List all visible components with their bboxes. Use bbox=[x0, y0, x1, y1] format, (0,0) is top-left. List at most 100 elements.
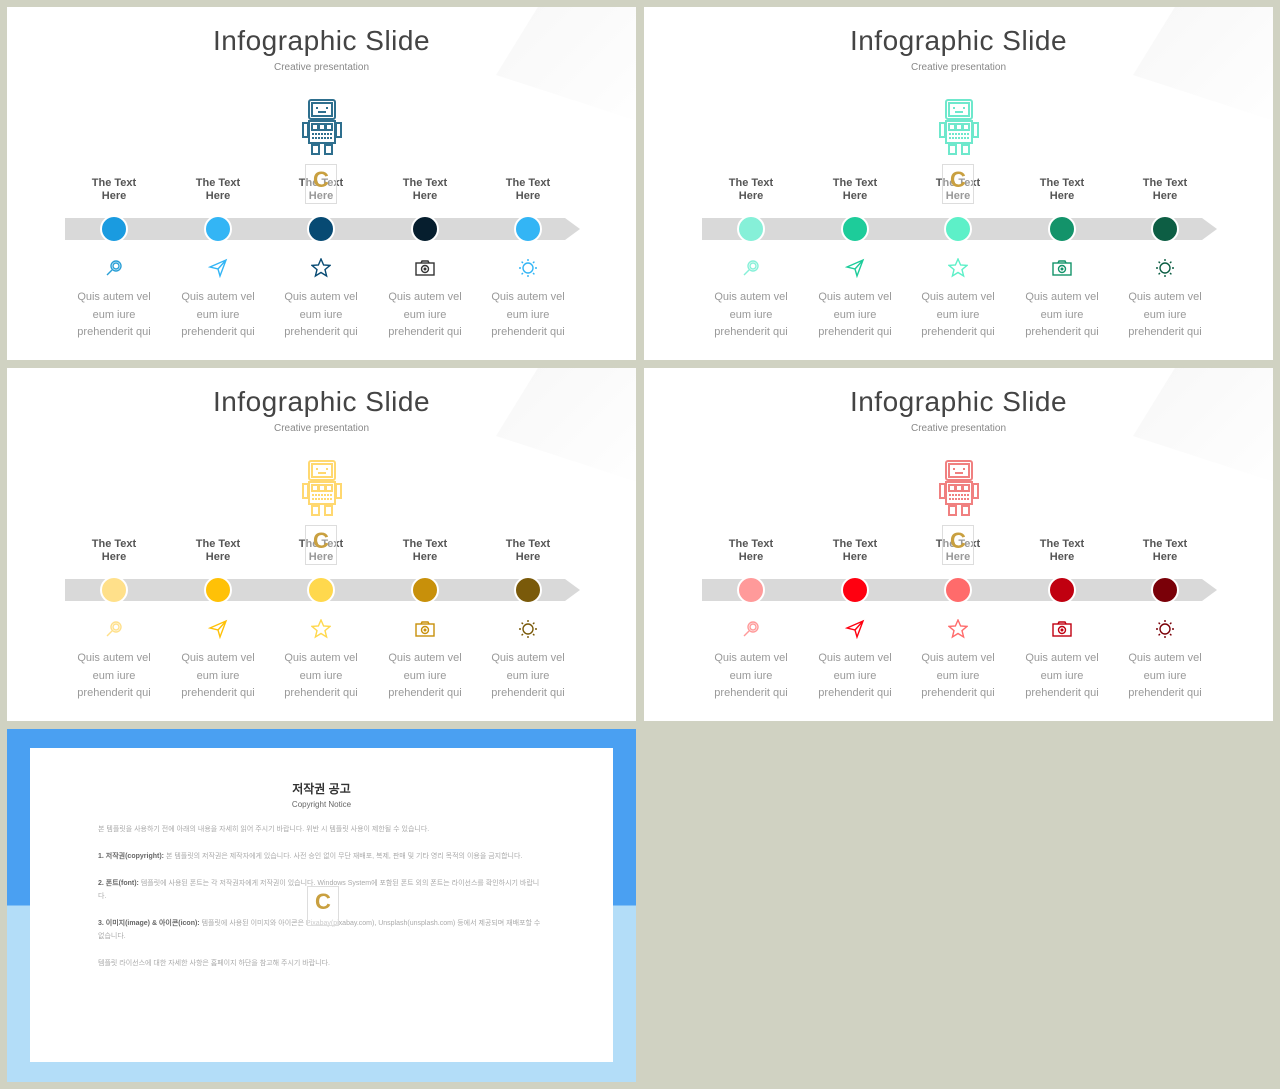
item-description: Quis autem vel eum iure prehenderit qui bbox=[701, 650, 801, 703]
timeline-dot bbox=[737, 215, 765, 243]
desc-line: eum iure bbox=[506, 669, 550, 682]
item-description: Quis autem vel eum iure prehenderit qui bbox=[375, 650, 475, 703]
robot-icon bbox=[938, 98, 980, 156]
desc-line: prehenderit qui bbox=[818, 687, 892, 699]
infographic-slide[interactable]: Infographic Slide Creative presentation … bbox=[7, 368, 636, 721]
item-description: Quis autem vel eum iure prehenderit qui bbox=[805, 289, 905, 342]
item-label: The Text Here bbox=[701, 538, 801, 564]
paragraph-heading: 1. 저작권(copyright): bbox=[98, 853, 164, 860]
paragraph-heading: 2. 폰트(font): bbox=[98, 880, 139, 887]
timeline-dot bbox=[841, 215, 869, 243]
watermark-logo: C bbox=[942, 164, 974, 204]
item-description: Quis autem vel eum iure prehenderit qui bbox=[1012, 289, 1112, 342]
item-label: The Text Here bbox=[64, 177, 164, 203]
desc-line: eum iure bbox=[196, 669, 240, 682]
item-description: Quis autem vel eum iure prehenderit qui bbox=[908, 650, 1008, 703]
copyright-card: 저작권 공고 Copyright Notice 본 템플릿을 사용하기 전에 아… bbox=[30, 748, 613, 1062]
desc-line: prehenderit qui bbox=[921, 687, 995, 699]
label-line: The Text bbox=[91, 538, 137, 550]
camera-icon bbox=[1012, 619, 1112, 639]
label-line: Here bbox=[205, 551, 231, 563]
robot-icon bbox=[301, 459, 343, 517]
timeline-dot bbox=[514, 576, 542, 604]
label-line: The Text bbox=[1142, 177, 1188, 189]
copyright-subtitle: Copyright Notice bbox=[291, 800, 352, 809]
label-line: Here bbox=[1152, 190, 1178, 202]
copyright-paragraph: 1. 저작권(copyright): 본 템플릿의 저작권은 제작자에게 있습니… bbox=[98, 850, 545, 863]
desc-line: eum iure bbox=[833, 669, 877, 682]
timeline-dot bbox=[100, 215, 128, 243]
desc-line: prehenderit qui bbox=[77, 326, 151, 338]
desc-line: Quis autem vel bbox=[818, 291, 892, 303]
item-description: Quis autem vel eum iure prehenderit qui bbox=[271, 650, 371, 703]
item-description: Quis autem vel eum iure prehenderit qui bbox=[64, 650, 164, 703]
desc-line: prehenderit qui bbox=[388, 326, 462, 338]
desc-line: eum iure bbox=[403, 308, 447, 321]
label-line: The Text bbox=[195, 177, 241, 189]
label-line: Here bbox=[205, 190, 231, 202]
star-icon bbox=[908, 618, 1008, 639]
label-line: The Text bbox=[832, 538, 878, 550]
item-label: The Text Here bbox=[805, 538, 905, 564]
infographic-slide[interactable]: Infographic Slide Creative presentation … bbox=[644, 7, 1273, 360]
label-line: The Text bbox=[402, 538, 448, 550]
desc-line: prehenderit qui bbox=[1025, 326, 1099, 338]
desc-line: eum iure bbox=[403, 669, 447, 682]
sun-icon bbox=[478, 619, 578, 639]
copyright-paragraph: 템플릿 라이선스에 대한 자세한 사항은 홈페이지 하단을 참고해 주시기 바랍… bbox=[98, 957, 545, 970]
desc-line: prehenderit qui bbox=[921, 326, 995, 338]
timeline-dot bbox=[307, 215, 335, 243]
desc-line: Quis autem vel bbox=[921, 291, 995, 303]
robot-icon bbox=[301, 98, 343, 156]
desc-line: Quis autem vel bbox=[181, 652, 255, 664]
desc-line: Quis autem vel bbox=[181, 291, 255, 303]
slide-subtitle: Creative presentation bbox=[910, 423, 1007, 434]
timeline-dot bbox=[411, 576, 439, 604]
timeline-dot bbox=[1151, 215, 1179, 243]
sun-icon bbox=[1115, 619, 1215, 639]
infographic-slide[interactable]: Infographic Slide Creative presentation … bbox=[7, 7, 636, 360]
star-icon bbox=[271, 618, 371, 639]
timeline-dot bbox=[1048, 576, 1076, 604]
desc-line: eum iure bbox=[1143, 669, 1187, 682]
paper-plane-icon bbox=[805, 258, 905, 279]
camera-icon bbox=[1012, 258, 1112, 278]
label-line: The Text bbox=[1039, 177, 1085, 189]
item-label: The Text Here bbox=[1012, 538, 1112, 564]
infographic-slide[interactable]: Infographic Slide Creative presentation … bbox=[644, 368, 1273, 721]
timeline-dot bbox=[514, 215, 542, 243]
label-line: Here bbox=[412, 190, 438, 202]
desc-line: prehenderit qui bbox=[284, 687, 358, 699]
label-line: The Text bbox=[1039, 538, 1085, 550]
desc-line: prehenderit qui bbox=[491, 687, 565, 699]
slide-title: Infographic Slide bbox=[849, 386, 1068, 417]
item-description: Quis autem vel eum iure prehenderit qui bbox=[168, 650, 268, 703]
item-label: The Text Here bbox=[168, 538, 268, 564]
label-line: Here bbox=[738, 551, 764, 563]
star-icon bbox=[908, 257, 1008, 278]
label-line: The Text bbox=[832, 177, 878, 189]
desc-line: prehenderit qui bbox=[491, 326, 565, 338]
item-label: The Text Here bbox=[168, 177, 268, 203]
timeline-dot bbox=[737, 576, 765, 604]
item-label: The Text Here bbox=[1115, 538, 1215, 564]
slide-subtitle: Creative presentation bbox=[273, 423, 370, 434]
paper-plane-icon bbox=[168, 258, 268, 279]
desc-line: eum iure bbox=[1143, 308, 1187, 321]
watermark-logo: C bbox=[305, 525, 337, 565]
item-description: Quis autem vel eum iure prehenderit qui bbox=[64, 289, 164, 342]
desc-line: prehenderit qui bbox=[714, 326, 788, 338]
label-line: Here bbox=[101, 551, 127, 563]
desc-line: Quis autem vel bbox=[921, 652, 995, 664]
copyright-paragraph: 본 템플릿을 사용하기 전에 아래의 내용을 자세히 읽어 주시기 바랍니다. … bbox=[98, 823, 545, 836]
timeline-dot bbox=[841, 576, 869, 604]
slide-title: Infographic Slide bbox=[212, 25, 431, 56]
robot-icon bbox=[938, 459, 980, 517]
item-label: The Text Here bbox=[478, 177, 578, 203]
item-label: The Text Here bbox=[1115, 177, 1215, 203]
item-description: Quis autem vel eum iure prehenderit qui bbox=[478, 289, 578, 342]
timeline-arrow bbox=[565, 579, 580, 601]
slide-subtitle: Creative presentation bbox=[910, 62, 1007, 73]
desc-line: eum iure bbox=[299, 308, 343, 321]
desc-line: Quis autem vel bbox=[284, 652, 358, 664]
